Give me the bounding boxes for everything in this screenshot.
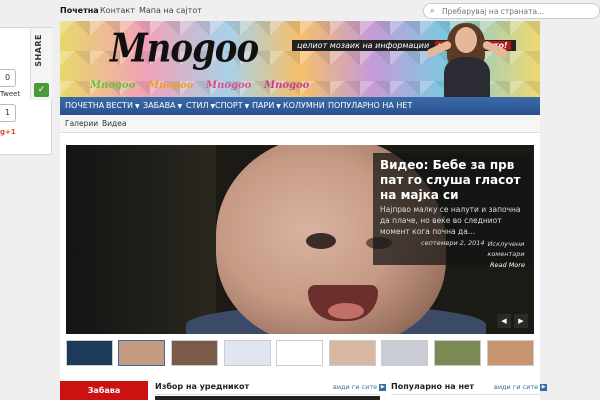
chevron-down-icon: ▼ [135,103,140,110]
thumbnail[interactable] [487,340,534,366]
nav-item-news[interactable]: ВЕСТИ ▼ [106,97,140,115]
thumbnail[interactable] [329,340,376,366]
slide-excerpt: Најпрво малку се налути и започна да пла… [380,205,521,236]
editor-divider [155,394,380,395]
nav-item-style[interactable]: СТИЛ ▼ [186,97,215,115]
editor-see-all-link[interactable]: види ги сите ▶ [333,383,387,391]
mini-logo-2[interactable]: Mnogoo [148,80,193,91]
thumbnail[interactable] [224,340,271,366]
mini-logo-4[interactable]: Mnogoo [264,80,309,91]
thumbnail[interactable] [66,340,113,366]
top-bar: Почетна Контакт Мапа на сајтот ⌕ [60,0,600,21]
editor-content-preview [155,396,380,400]
nav-item-columns[interactable]: КОЛУМНИ [283,97,325,115]
chevron-down-icon: ▼ [276,103,281,110]
search-icon[interactable]: ⌕ [430,6,435,16]
mini-logo-1[interactable]: Mnogoo [90,80,135,91]
top-nav-sitemap[interactable]: Мапа на сајтот [139,6,202,15]
thumbnail[interactable] [276,340,323,366]
share-tab[interactable]: SHARE ✓ [30,28,52,100]
popular-divider [391,394,540,395]
facebook-share-count: 0 [0,69,16,87]
thumbnail[interactable] [118,340,165,366]
site-logo[interactable]: Mnogoo [110,26,259,72]
chevron-down-icon: ▼ [244,103,250,110]
slide-comments: Исклучени коментари [487,240,525,258]
top-nav-home[interactable]: Почетна [60,6,99,15]
tweet-count: 1 [0,104,16,122]
read-more-link[interactable]: Read More [490,261,525,269]
chevron-right-icon: ▶ [540,383,548,391]
slide-caption: Видео: Бебе за прв пат го слуша гласот н… [373,153,531,269]
nav-item-money[interactable]: ПАРИ ▼ [252,97,281,115]
share-sidebar: SHARE ✓ 0 Tweet 1 g+1 [0,27,52,155]
nav-item-sport[interactable]: СПОРТ ▼ [215,97,249,115]
google-plus-button[interactable]: g+1 [0,128,16,136]
main-nav: ПОЧЕТНА ВЕСТИ ▼ ЗАБАВА ▼ СТИЛ ▼ СПОРТ ▼ ПАРИ… [60,97,540,115]
tweet-button[interactable]: Tweet [0,90,20,98]
sub-nav-videos[interactable]: Видеа [102,115,126,133]
mini-logo-3[interactable]: Mnogoo [206,80,251,91]
thumbnail[interactable] [171,340,218,366]
slide-title[interactable]: Видео: Бебе за прв пат го слуша гласот н… [380,158,528,203]
search-input[interactable] [442,5,592,17]
header-banner: Mnogoo целиот мозаик на информации на ед… [60,21,540,97]
search-box[interactable]: ⌕ [423,3,600,19]
nav-item-fun[interactable]: ЗАБАВА ▼ [143,97,182,115]
popular-title: Популарно на нет [391,382,475,391]
share-check-icon: ✓ [34,83,49,97]
next-arrow-icon[interactable]: ▶ [514,314,528,328]
tagline-part1: целиот мозаик на информации [297,41,430,50]
chevron-down-icon: ▼ [177,103,183,110]
editor-choice-title: Избор на уредникот [155,382,250,391]
banner-model-image [422,21,512,97]
top-nav-contact[interactable]: Контакт [100,6,135,15]
sub-nav: Галерии Видеа [60,115,540,133]
slide-date: септември 2, 2014 [421,239,485,247]
sub-nav-galleries[interactable]: Галерии [65,115,98,133]
share-label: SHARE [34,34,43,67]
nav-item-home[interactable]: ПОЧЕТНА [65,97,104,115]
chevron-right-icon: ▶ [379,383,387,391]
thumbnail[interactable] [381,340,428,366]
thumbnail[interactable] [434,340,481,366]
popular-see-all-link[interactable]: види ги сите ▶ [494,383,548,391]
nav-item-popular[interactable]: ПОПУЛАРНО НА НЕТ [328,97,412,115]
slider-thumbnails [66,340,534,366]
fun-section-tab[interactable]: Забава [60,381,148,400]
prev-arrow-icon[interactable]: ◀ [497,314,511,328]
